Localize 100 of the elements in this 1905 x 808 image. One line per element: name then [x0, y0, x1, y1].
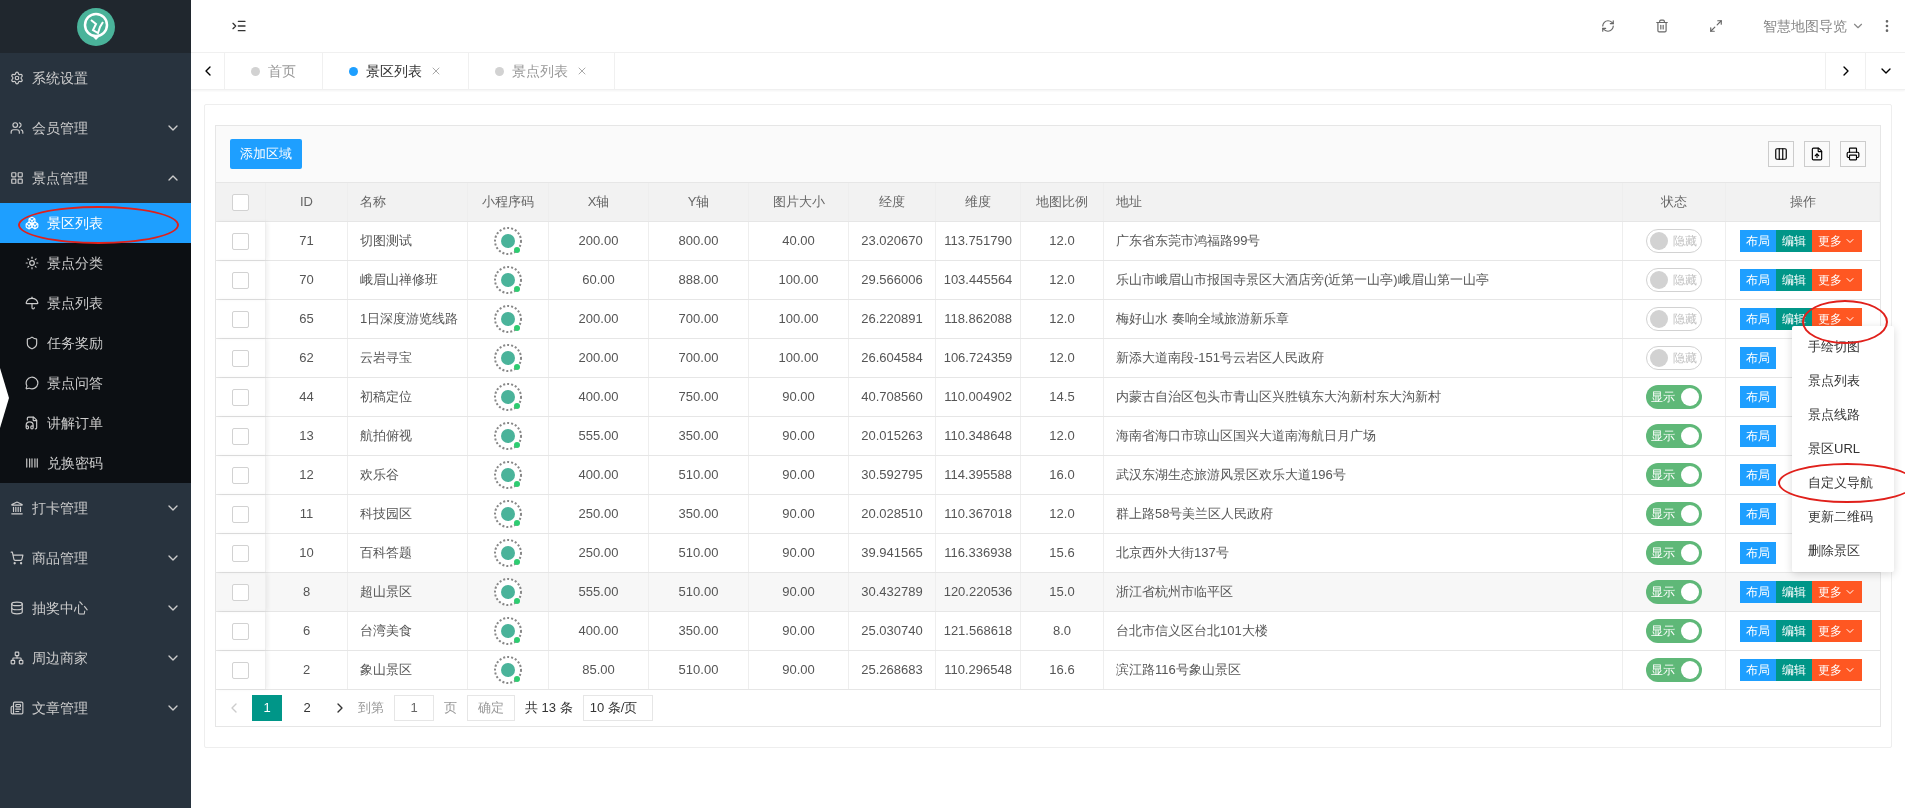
sidebar-subitem[interactable]: 景区列表: [0, 203, 191, 243]
mini-program-code-icon: [494, 500, 522, 528]
table-cell-text: 峨眉山禅修班: [360, 271, 438, 290]
page-button[interactable]: 2: [292, 695, 322, 721]
table-cell-text: 海南省海口市琼山区国兴大道南海航日月广场: [1116, 427, 1376, 446]
menu-icon[interactable]: [231, 18, 247, 34]
close-icon[interactable]: [430, 65, 442, 77]
row-checkbox[interactable]: [232, 544, 249, 562]
bank-icon: [10, 501, 24, 515]
trash-icon[interactable]: [1655, 19, 1669, 33]
row-checkbox[interactable]: [232, 466, 249, 484]
sidebar-item[interactable]: 系统设置: [0, 53, 191, 103]
tab[interactable]: 景点列表: [512, 60, 568, 82]
print-button[interactable]: [1840, 141, 1866, 167]
sidebar-subitem[interactable]: 景点列表: [10, 283, 191, 323]
menu-item[interactable]: 删除景区: [1792, 534, 1894, 568]
row-checkbox[interactable]: [232, 505, 249, 523]
row-checkbox[interactable]: [232, 310, 249, 328]
page-input[interactable]: 1: [394, 695, 434, 721]
edit-button[interactable]: 编辑: [1776, 269, 1812, 291]
table-cell-text: 40.00: [782, 232, 815, 251]
mini-program-code-icon: [494, 344, 522, 372]
page-button[interactable]: 1: [252, 695, 282, 721]
layout-button[interactable]: 布局: [1740, 347, 1776, 369]
row-checkbox[interactable]: [232, 271, 249, 289]
confirm-button[interactable]: 确定: [467, 695, 515, 721]
sidebar-item[interactable]: 打卡管理: [0, 483, 191, 533]
status-switch[interactable]: 隐藏: [1646, 346, 1702, 370]
status-switch[interactable]: 隐藏: [1646, 307, 1702, 331]
menu-item[interactable]: 更新二维码: [1792, 500, 1894, 534]
user-menu[interactable]: 智慧地图导览: [1763, 15, 1865, 37]
layout-button[interactable]: 布局: [1740, 581, 1776, 603]
row-checkbox[interactable]: [232, 232, 249, 250]
sidebar-item[interactable]: 会员管理: [0, 103, 191, 153]
row-checkbox[interactable]: [232, 388, 249, 406]
sidebar-subitem[interactable]: 任务奖励: [10, 323, 191, 363]
sidebar-subitem[interactable]: 兑换密码: [10, 443, 191, 483]
menu-item[interactable]: 自定义导航: [1792, 466, 1894, 500]
edit-button[interactable]: 编辑: [1776, 230, 1812, 252]
sidebar-subitem[interactable]: 景点问答: [10, 363, 191, 403]
layout-button[interactable]: 布局: [1740, 230, 1776, 252]
status-switch[interactable]: 显示: [1646, 463, 1702, 487]
menu-item[interactable]: 景区URL: [1792, 432, 1894, 466]
sidebar-item[interactable]: 景点管理: [0, 153, 191, 203]
status-switch[interactable]: 显示: [1646, 580, 1702, 604]
more-button[interactable]: 更多: [1812, 230, 1862, 252]
sidebar-item[interactable]: 抽奖中心: [0, 583, 191, 633]
layout-button[interactable]: 布局: [1740, 542, 1776, 564]
more-button[interactable]: 更多: [1812, 620, 1862, 642]
tab[interactable]: 景区列表: [366, 60, 422, 82]
row-checkbox[interactable]: [232, 427, 249, 445]
edit-button[interactable]: 编辑: [1776, 581, 1812, 603]
status-switch[interactable]: 显示: [1646, 541, 1702, 565]
layout-button[interactable]: 布局: [1740, 620, 1776, 642]
status-switch[interactable]: 显示: [1646, 424, 1702, 448]
more-button[interactable]: 更多: [1812, 659, 1862, 681]
layout-button[interactable]: 布局: [1740, 503, 1776, 525]
layout-button[interactable]: 布局: [1740, 464, 1776, 486]
more-button[interactable]: 更多: [1812, 269, 1862, 291]
sidebar-item[interactable]: 周边商家: [0, 633, 191, 683]
status-switch[interactable]: 显示: [1646, 385, 1702, 409]
layout-button[interactable]: 布局: [1740, 659, 1776, 681]
fullscreen-icon[interactable]: [1709, 19, 1723, 33]
table-cell-text: 555.00: [578, 427, 619, 446]
close-icon[interactable]: [576, 65, 588, 77]
status-switch[interactable]: 隐藏: [1646, 229, 1702, 253]
menu-item[interactable]: 景点列表: [1792, 364, 1894, 398]
refresh-icon[interactable]: [1601, 19, 1615, 33]
layout-button[interactable]: 布局: [1740, 425, 1776, 447]
columns-button[interactable]: [1768, 141, 1794, 167]
tab[interactable]: 首页: [268, 60, 296, 82]
edit-button[interactable]: 编辑: [1776, 659, 1812, 681]
sidebar-subitem[interactable]: 讲解订单: [10, 403, 191, 443]
column-header: 地址: [1116, 193, 1142, 212]
table-cell-text: 888.00: [678, 271, 719, 290]
layout-button[interactable]: 布局: [1740, 308, 1776, 330]
layout-button[interactable]: 布局: [1740, 386, 1776, 408]
table-cell-text: 乐山市峨眉山市报国寺景区大酒店旁(近第一山亭)峨眉山第一山亭: [1116, 271, 1489, 290]
page-size-select[interactable]: 10 条/页: [582, 695, 653, 721]
mini-program-code-icon: [494, 617, 522, 645]
menu-item[interactable]: 景点线路: [1792, 398, 1894, 432]
table-cell-text: 510.00: [678, 661, 719, 680]
more-button[interactable]: 更多: [1812, 581, 1862, 603]
sidebar-item[interactable]: 文章管理: [0, 683, 191, 733]
layout-button[interactable]: 布局: [1740, 269, 1776, 291]
select-all-checkbox[interactable]: [232, 193, 249, 211]
status-switch[interactable]: 显示: [1646, 658, 1702, 682]
row-checkbox[interactable]: [232, 349, 249, 367]
row-checkbox[interactable]: [232, 622, 249, 640]
row-checkbox[interactable]: [232, 583, 249, 601]
status-switch[interactable]: 显示: [1646, 502, 1702, 526]
export-button[interactable]: [1804, 141, 1830, 167]
sidebar-item[interactable]: 商品管理: [0, 533, 191, 583]
add-region-button[interactable]: 添加区域: [230, 139, 302, 169]
edit-button[interactable]: 编辑: [1776, 620, 1812, 642]
table-cell-text: 新添大道南段-151号云岩区人民政府: [1116, 349, 1325, 368]
row-checkbox[interactable]: [232, 661, 249, 679]
status-switch[interactable]: 显示: [1646, 619, 1702, 643]
status-switch[interactable]: 隐藏: [1646, 268, 1702, 292]
sidebar-subitem[interactable]: 景点分类: [10, 243, 191, 283]
